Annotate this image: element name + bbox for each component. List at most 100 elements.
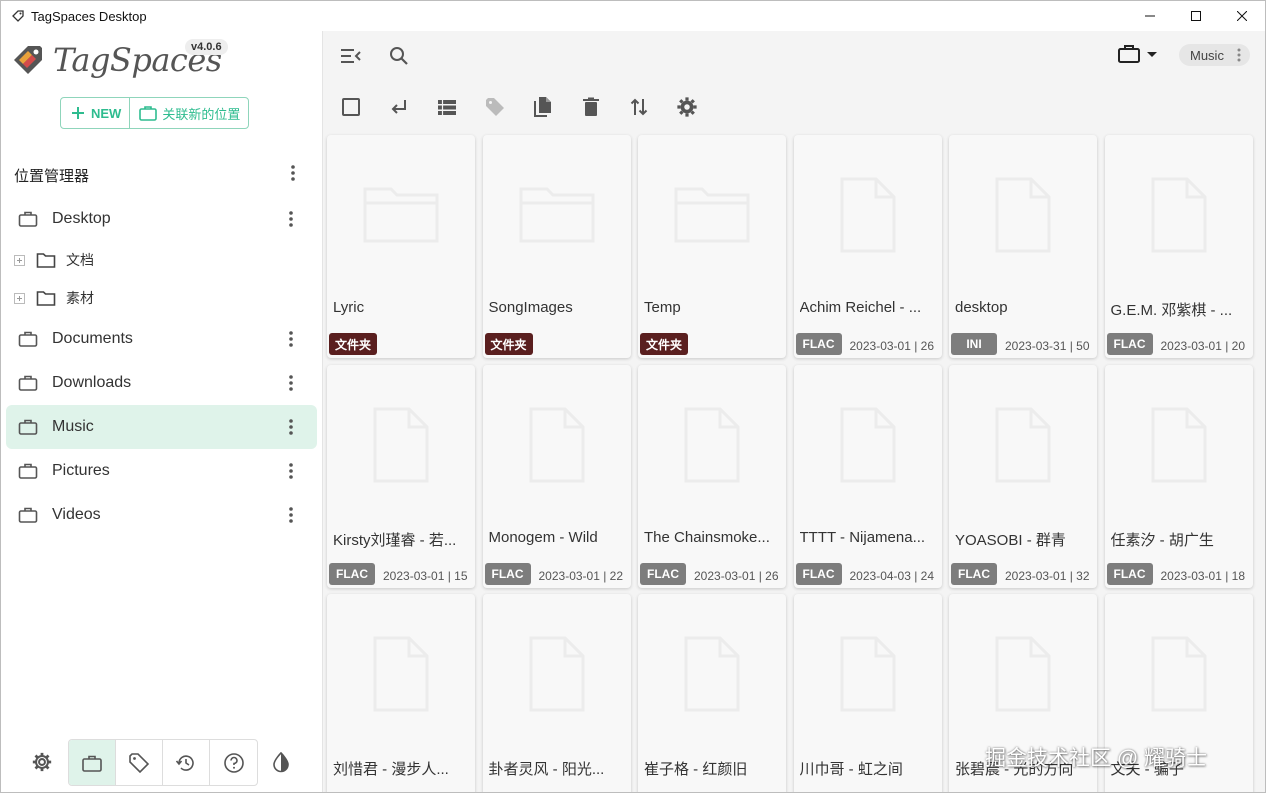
file-card[interactable]: Monogem - Wild FLAC 2023-03-01 | 22: [482, 364, 631, 588]
file-extension-tag[interactable]: FLAC: [795, 562, 842, 585]
copy-files-icon[interactable]: [531, 95, 555, 119]
file-name: SongImages: [488, 299, 573, 316]
top-toolbar: Music: [323, 31, 1265, 83]
file-card[interactable]: G.E.M. 邓紫棋 - ... FLAC 2023-03-01 | 20: [1104, 135, 1253, 358]
more-vert-icon[interactable]: [287, 461, 295, 481]
current-location-chip[interactable]: Music: [1179, 44, 1250, 66]
file-card[interactable]: TTTT - Nijamena... FLAC 2023-04-03 | 24: [793, 364, 942, 588]
folder-item-materials[interactable]: 素材: [6, 279, 317, 317]
select-all-icon[interactable]: [339, 95, 363, 119]
settings-icon[interactable]: [675, 95, 699, 119]
file-card[interactable]: The Chainsmoke... FLAC 2023-03-01 | 26: [638, 364, 786, 588]
maximize-button[interactable]: [1173, 1, 1219, 31]
location-item-pictures[interactable]: Pictures: [6, 449, 317, 493]
more-vert-icon[interactable]: [285, 163, 301, 183]
help-view-button[interactable]: [210, 740, 257, 785]
tag-icon: [129, 752, 150, 773]
location-item-documents[interactable]: Documents: [6, 317, 317, 361]
file-extension-tag[interactable]: FLAC: [795, 333, 842, 355]
toggle-sidebar-icon[interactable]: [339, 44, 363, 68]
view-switcher: [68, 739, 258, 786]
file-card[interactable]: YOASOBI - 群青 FLAC 2023-03-01 | 32: [949, 364, 1097, 588]
more-vert-icon[interactable]: [287, 329, 295, 349]
close-button[interactable]: [1219, 1, 1265, 31]
file-meta: 2023-03-01 | 22: [538, 568, 624, 583]
arrow-drop-down-icon: [1147, 52, 1157, 57]
search-icon[interactable]: [387, 44, 411, 68]
file-card[interactable]: Kirsty刘瑾睿 - 若... FLAC 2023-03-01 | 15: [327, 364, 475, 588]
file-meta: 2023-03-01 | 20: [1160, 339, 1246, 353]
folder-tag[interactable]: 文件夹: [484, 333, 533, 355]
file-card[interactable]: 崔子格 - 红颜旧: [638, 594, 786, 792]
folder-name: 文档: [66, 252, 94, 268]
file-icon: [828, 405, 908, 485]
connect-location-button[interactable]: 关联新的位置: [129, 98, 248, 128]
file-card[interactable]: 刘惜君 - 漫步人...: [327, 594, 475, 792]
file-meta: 2023-03-01 | 32: [1005, 568, 1090, 583]
location-item-videos[interactable]: Videos: [6, 493, 317, 537]
tags-view-button[interactable]: [116, 740, 163, 785]
current-location-label: Music: [1190, 47, 1224, 63]
more-vert-icon[interactable]: [287, 417, 295, 437]
location-name: Downloads: [52, 374, 132, 391]
location-item-downloads[interactable]: Downloads: [6, 361, 317, 405]
file-meta: 2023-03-01 | 18: [1160, 568, 1246, 583]
tag-files-icon[interactable]: [483, 95, 507, 119]
file-card[interactable]: desktop INI 2023-03-31 | 50: [949, 135, 1097, 358]
file-toolbar: [323, 83, 1265, 131]
file-extension-tag[interactable]: FLAC: [329, 562, 375, 585]
file-card[interactable]: 任素汐 - 胡广生 FLAC 2023-03-01 | 18: [1104, 364, 1253, 588]
folder-tag[interactable]: 文件夹: [640, 333, 689, 355]
file-extension-tag[interactable]: FLAC: [640, 562, 686, 585]
file-name: 任素汐 - 胡广生: [1110, 531, 1214, 549]
expand-icon[interactable]: [14, 292, 25, 304]
logo-icon: [14, 46, 42, 74]
briefcase-icon: [18, 507, 38, 523]
location-switcher[interactable]: [1117, 43, 1159, 65]
theme-contrast-icon[interactable]: [271, 751, 291, 773]
locations-section-title: 位置管理器: [14, 168, 90, 185]
folder-card[interactable]: Lyric 文件夹: [327, 135, 475, 358]
folder-item-docs[interactable]: 文档: [6, 241, 317, 279]
location-item-music[interactable]: Music: [6, 405, 317, 449]
file-icon: [361, 405, 441, 485]
file-icon: [672, 405, 752, 485]
file-extension-tag[interactable]: FLAC: [1106, 333, 1153, 355]
location-item-desktop[interactable]: Desktop: [6, 197, 317, 241]
sort-icon[interactable]: [627, 95, 651, 119]
file-name: 崔子格 - 红颜旧: [644, 761, 748, 778]
delete-icon[interactable]: [579, 95, 603, 119]
plus-icon: [72, 107, 84, 119]
file-name: 川巾哥 - 虹之间: [799, 761, 903, 778]
file-card[interactable]: Achim Reichel - ... FLAC 2023-03-01 | 26: [793, 135, 942, 358]
file-extension-tag[interactable]: INI: [951, 333, 997, 355]
version-badge: v4.0.6: [185, 39, 228, 55]
location-name: Documents: [52, 330, 133, 347]
folder-card[interactable]: SongImages 文件夹: [482, 135, 631, 358]
more-vert-icon[interactable]: [287, 373, 295, 393]
file-extension-tag[interactable]: FLAC: [951, 562, 997, 585]
more-vert-icon[interactable]: [287, 505, 295, 525]
minimize-button[interactable]: [1127, 1, 1173, 31]
main-panel: Music Lyric 文件夹 SongImages 文件夹 Temp 文件夹 …: [323, 31, 1265, 792]
file-extension-tag[interactable]: FLAC: [1106, 562, 1153, 585]
location-name: Pictures: [52, 462, 110, 479]
folder-card[interactable]: Temp 文件夹: [638, 135, 786, 358]
file-card[interactable]: 卦者灵风 - 阳光...: [482, 594, 631, 792]
gear-icon[interactable]: [31, 751, 53, 773]
folder-tag[interactable]: 文件夹: [329, 333, 378, 355]
parent-folder-icon[interactable]: [387, 95, 411, 119]
history-view-button[interactable]: [163, 740, 210, 785]
more-vert-icon[interactable]: [287, 209, 295, 229]
folder-icon: [672, 175, 752, 255]
file-extension-tag[interactable]: FLAC: [484, 562, 531, 585]
locations-view-button[interactable]: [69, 740, 116, 785]
new-button[interactable]: NEW: [61, 98, 129, 128]
list-view-icon[interactable]: [435, 95, 459, 119]
file-name: Temp: [644, 299, 681, 316]
file-card[interactable]: 川巾哥 - 虹之间: [793, 594, 942, 792]
briefcase-icon: [139, 106, 158, 121]
expand-icon[interactable]: [14, 254, 25, 266]
more-vert-icon[interactable]: [1236, 47, 1242, 63]
file-meta: 2023-03-01 | 15: [383, 568, 468, 583]
